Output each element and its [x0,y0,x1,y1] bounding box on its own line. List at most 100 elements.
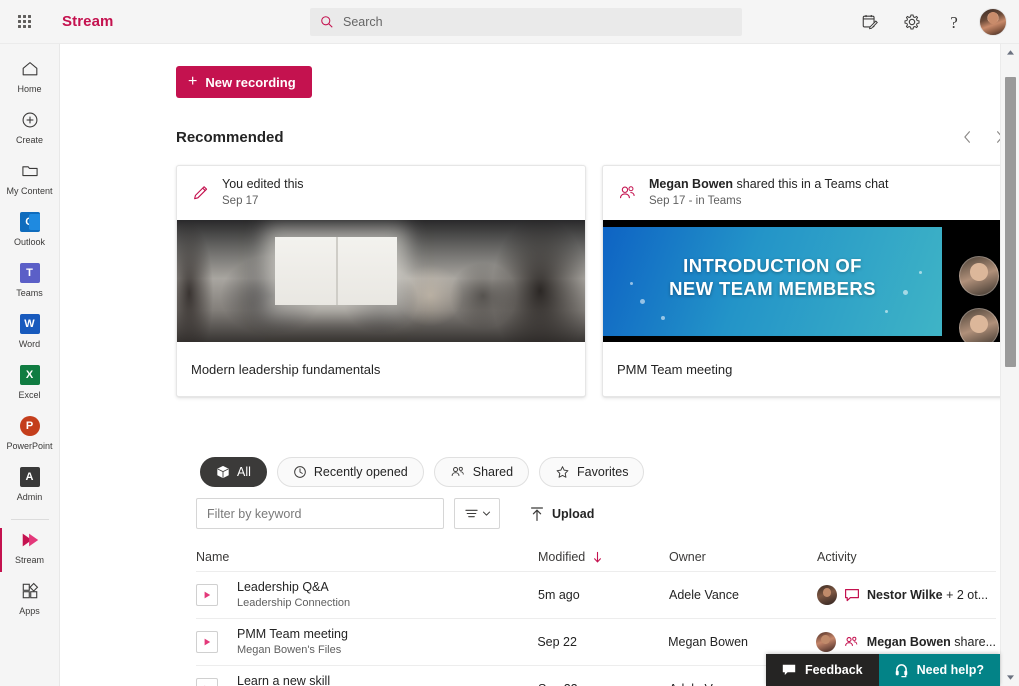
need-help-button[interactable]: Need help? [879,654,1000,686]
teams-icon: T [20,260,40,286]
search-input[interactable] [343,15,703,29]
box-icon [216,465,230,479]
play-video-button[interactable] [196,584,218,606]
sidebar-item-my-content[interactable]: My Content [0,156,60,206]
sidebar-label: My Content [6,186,52,196]
activity-text: Nestor Wilke + 2 ot... [867,588,988,602]
scroll-down-arrow-icon [1006,674,1015,681]
sidebar-label: Stream [15,555,44,565]
content-filter-pills: All Recently opened [200,457,1019,487]
new-recording-label: New recording [205,75,295,90]
sort-filter-button[interactable] [454,498,500,529]
scroll-up-button[interactable] [1001,44,1019,61]
upload-button[interactable]: Upload [520,498,604,529]
new-recording-button[interactable]: + New recording [176,66,312,98]
sidebar-item-teams[interactable]: T Teams [0,258,60,308]
gear-icon [903,13,921,31]
sidebar-item-create[interactable]: Create [0,105,60,155]
main-content-area: + New recording Recommended [60,44,1019,686]
scrollbar-track[interactable] [1001,61,1019,669]
settings-button[interactable] [893,3,931,41]
video-title: Learn a new skill [237,674,330,686]
home-icon [20,56,40,82]
sidebar-label: Apps [19,606,40,616]
feedback-button[interactable]: Feedback [766,654,879,686]
scrollbar-thumb[interactable] [1005,77,1016,367]
table-header-row: Name Modified Ow [196,543,996,571]
powerpoint-icon: P [20,413,40,439]
filter-lines-icon [464,507,479,520]
card-header-title: You edited this [222,177,304,192]
row-modified-cell: Sep 22 [537,635,668,649]
card-header-title: Megan Bowen shared this in a Teams chat [649,177,888,192]
card-thumbnail[interactable]: INTRODUCTION OF NEW TEAM MEMBERS [603,220,1011,342]
pencil-icon [191,183,211,203]
recommended-card[interactable]: You edited this Sep 17 Modern leadership… [176,165,586,397]
recommended-card[interactable]: Megan Bowen shared this in a Teams chat … [602,165,1012,397]
sidebar-label: Home [17,84,41,94]
sidebar-item-stream[interactable]: Stream [0,525,60,575]
card-header-action: shared this in a Teams chat [733,177,888,191]
column-header-activity[interactable]: Activity [817,550,996,564]
vertical-scrollbar[interactable] [1000,44,1019,686]
plus-circle-icon [20,107,40,133]
video-title: PMM Team meeting [237,627,348,641]
search-box[interactable] [310,8,742,36]
filter-pill-label: Favorites [577,465,628,479]
star-icon [555,465,570,479]
scroll-up-arrow-icon [1006,49,1015,56]
sidebar-label: PowerPoint [6,441,52,451]
filter-pill-all[interactable]: All [200,457,267,487]
filter-keyword-input[interactable] [196,498,444,529]
row-modified-cell: 5m ago [538,588,669,602]
app-body: Home Create My Content [0,44,1019,686]
row-name-cell: Leadership Q&A Leadership Connection [196,580,538,610]
filter-pill-shared[interactable]: Shared [434,457,529,487]
plus-icon: + [188,74,197,90]
filter-controls-row: Upload [196,498,1019,529]
app-brand-title[interactable]: Stream [48,13,113,30]
play-video-button[interactable] [196,678,218,686]
user-avatar[interactable] [979,8,1007,36]
thumbnail-window-highlight [275,237,397,305]
card-header-actor: Megan Bowen [649,177,733,191]
stream-home-content: + New recording Recommended [60,44,1019,686]
apps-icon [20,578,40,604]
sidebar-item-apps[interactable]: Apps [0,576,60,626]
meeting-notes-button[interactable] [851,3,889,41]
sidebar-item-word[interactable]: W Word [0,309,60,359]
sidebar-item-home[interactable]: Home [0,54,60,104]
sidebar-item-admin[interactable]: A Admin [0,462,60,512]
column-header-name[interactable]: Name [196,550,538,564]
filter-pill-favorites[interactable]: Favorites [539,457,644,487]
help-button[interactable]: ? [935,3,973,41]
column-header-owner[interactable]: Owner [669,550,817,564]
support-widget: Feedback Need help? [766,654,1000,686]
card-header-subtitle: Sep 17 [222,194,304,209]
row-owner-cell: Adele Vance [669,588,817,602]
row-name-text: Learn a new skill Bright [237,674,330,686]
admin-icon: A [20,464,40,490]
excel-icon: X [20,362,40,388]
table-row[interactable]: Leadership Q&A Leadership Connection 5m … [196,571,996,618]
column-header-modified[interactable]: Modified [538,550,669,564]
card-header: You edited this Sep 17 [177,166,585,220]
card-title: Modern leadership fundamentals [177,342,585,396]
card-thumbnail[interactable] [177,220,585,342]
outlook-icon: O [20,209,40,235]
sidebar-item-outlook[interactable]: O Outlook [0,207,60,257]
card-header-text: Megan Bowen shared this in a Teams chat … [649,177,888,209]
scroll-down-button[interactable] [1001,669,1019,686]
activity-text: Megan Bowen share... [867,635,996,649]
sidebar-item-excel[interactable]: X Excel [0,360,60,410]
carousel-prev-button[interactable] [954,124,980,150]
filter-pill-recently-opened[interactable]: Recently opened [277,457,424,487]
app-launcher-button[interactable] [0,0,48,44]
activity-avatar [816,632,836,652]
chevron-down-icon [482,509,491,518]
participant-video-tile [959,308,999,342]
row-name-cell: Learn a new skill Bright [196,674,538,686]
chat-icon [782,664,796,676]
play-video-button[interactable] [196,631,218,653]
sidebar-item-powerpoint[interactable]: P PowerPoint [0,411,60,461]
